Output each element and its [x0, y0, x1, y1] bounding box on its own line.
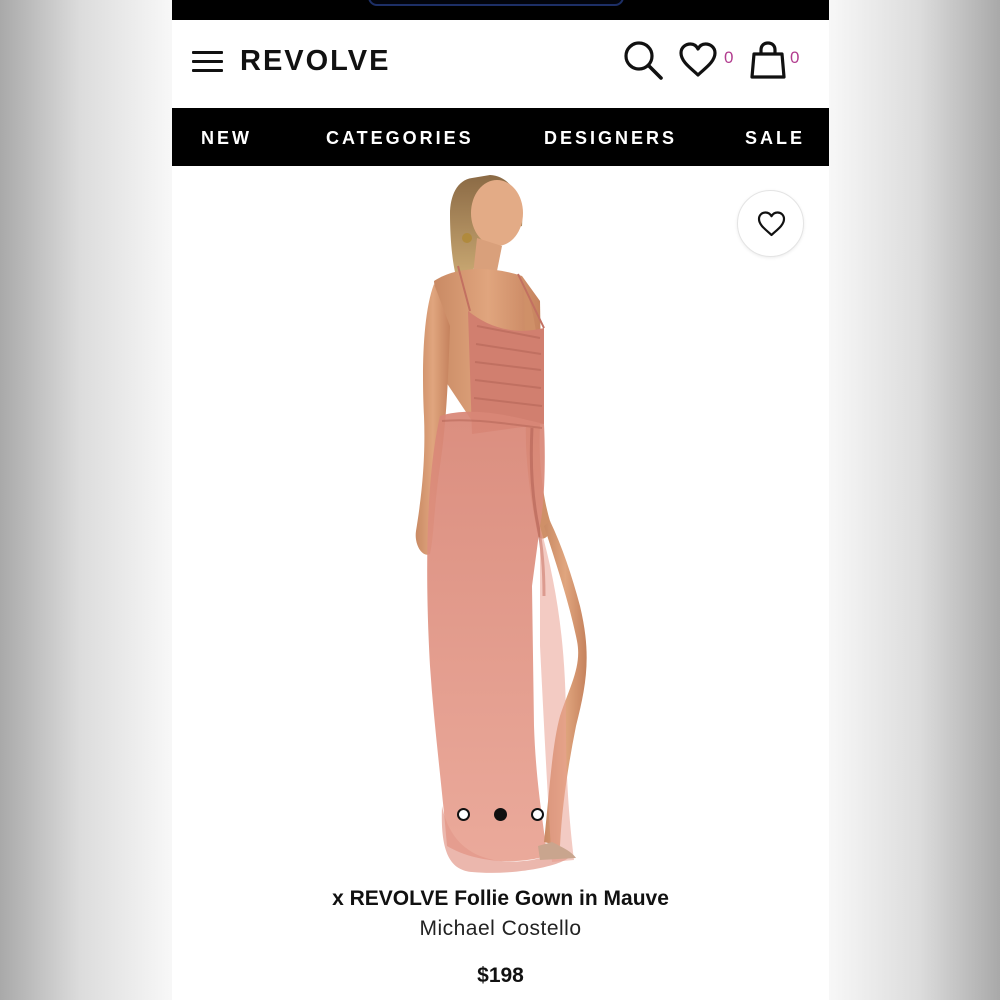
hamburger-icon[interactable] — [192, 51, 224, 73]
product-designer[interactable]: Michael Costello — [172, 916, 829, 942]
nav-item-categories[interactable]: CATEGORIES — [326, 127, 474, 149]
site-header: REVOLVE 0 0 — [172, 20, 829, 108]
carousel-dot-1[interactable] — [457, 808, 470, 821]
revolve-logo[interactable]: REVOLVE — [240, 43, 390, 79]
product-title[interactable]: x REVOLVE Follie Gown in Mauve — [172, 886, 829, 912]
nav-item-sale[interactable]: SALE — [745, 127, 805, 149]
status-pill — [368, 0, 624, 6]
carousel-dot-3[interactable] — [531, 808, 544, 821]
main-nav: NEW CATEGORIES DESIGNERS SALE — [172, 108, 829, 166]
carousel-dot-2[interactable] — [494, 808, 507, 821]
product-image-carousel[interactable] — [172, 166, 829, 876]
search-icon[interactable] — [623, 40, 665, 82]
shopping-bag-icon[interactable] — [748, 40, 788, 80]
status-bar — [172, 0, 829, 20]
product-image — [415, 175, 587, 873]
product-price: $198 — [477, 964, 524, 987]
nav-item-designers[interactable]: DESIGNERS — [544, 127, 677, 149]
heart-outline-icon — [757, 211, 786, 237]
cart-count: 0 — [790, 48, 800, 67]
wishlist-count: 0 — [724, 48, 734, 67]
nav-item-new[interactable]: NEW — [201, 127, 252, 149]
mobile-screen: REVOLVE 0 0 NEW CATEGORIES DESIGNERS SAL… — [172, 0, 829, 1000]
heart-icon[interactable] — [678, 42, 718, 78]
favorite-button[interactable] — [737, 190, 804, 257]
